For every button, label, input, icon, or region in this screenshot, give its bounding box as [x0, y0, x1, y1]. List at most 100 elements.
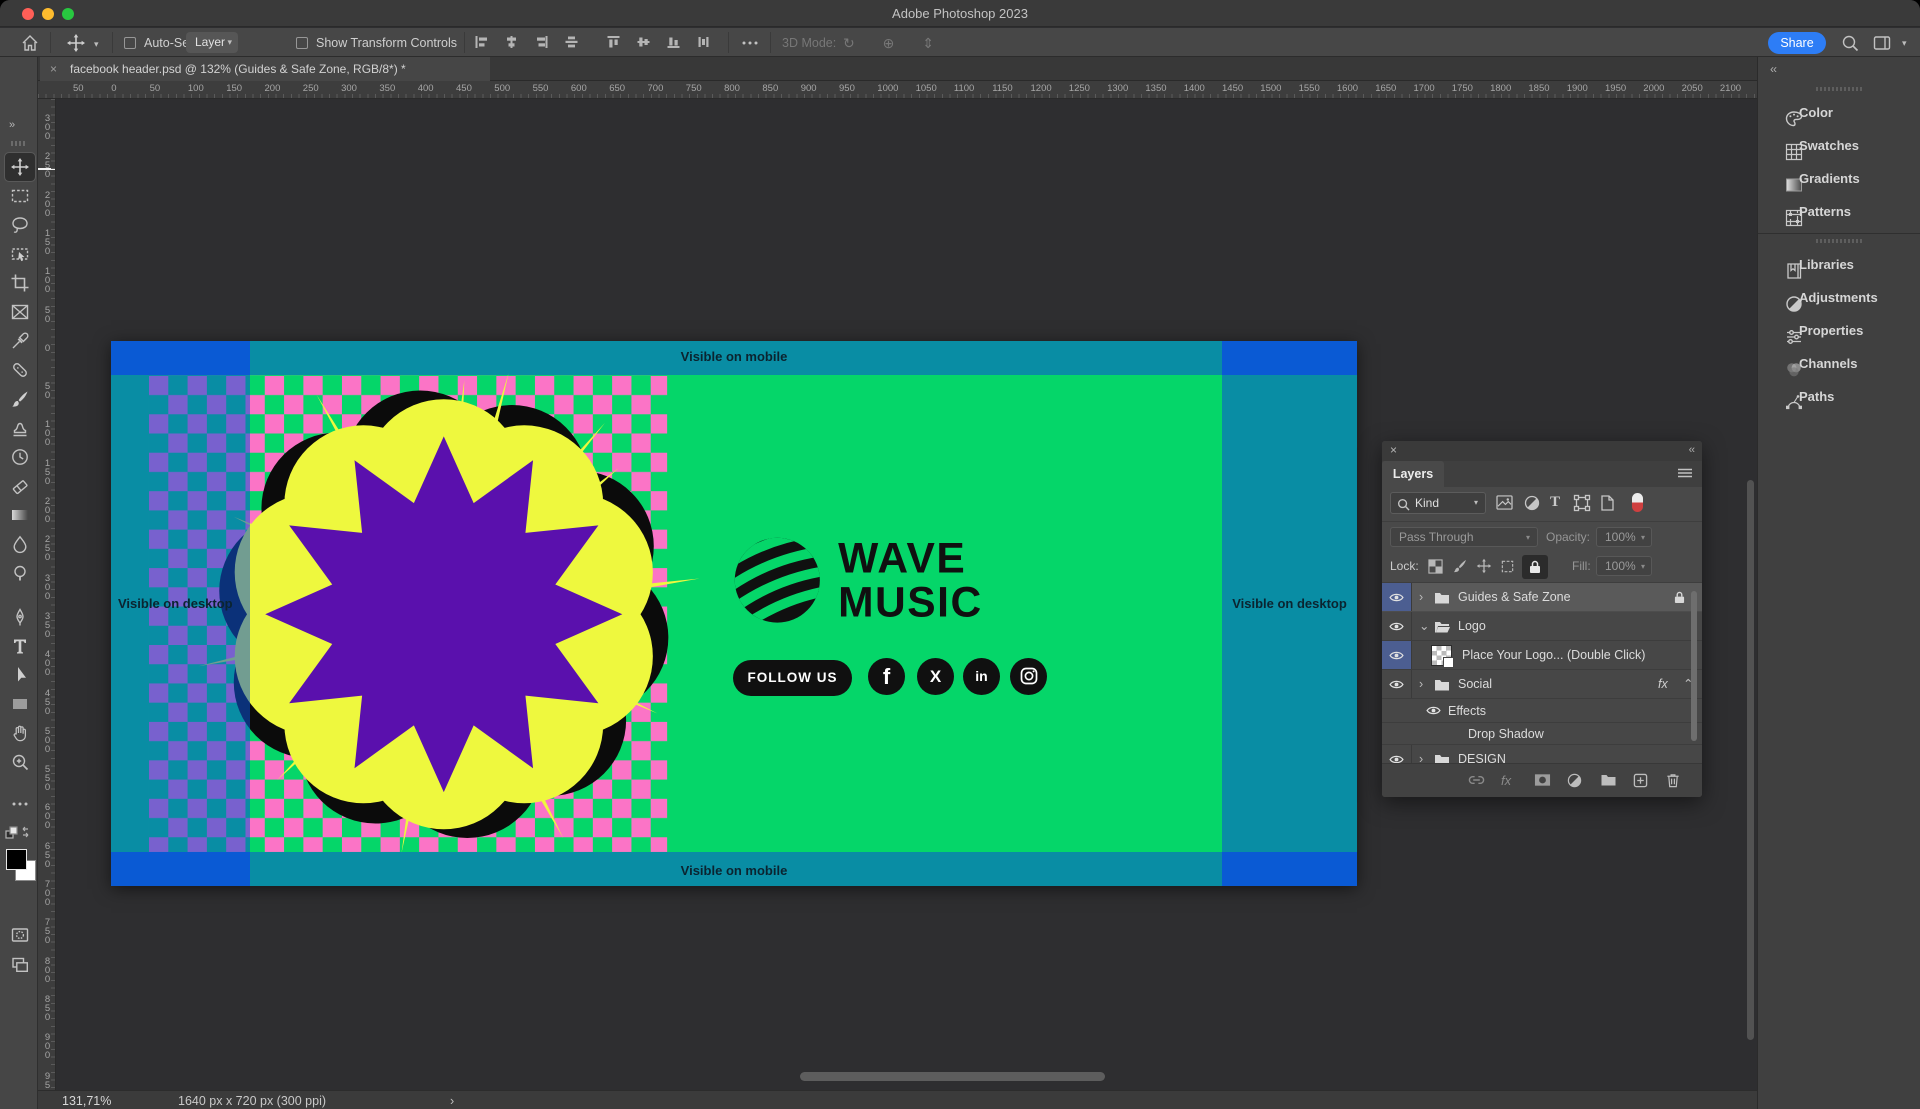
3d-mode-icons[interactable]: ↻ ⊕ ⇕: [843, 35, 946, 52]
dock-item-color[interactable]: Color: [1758, 97, 1920, 129]
swap-colors-icon[interactable]: [4, 825, 34, 841]
layer-visibility-cell[interactable]: [1382, 612, 1412, 640]
dock-item-libraries[interactable]: Libraries: [1758, 249, 1920, 281]
layer-row[interactable]: Drop Shadow: [1382, 723, 1702, 745]
status-chevron-icon[interactable]: ›: [450, 1094, 454, 1108]
crop-tool[interactable]: [10, 273, 30, 293]
foreground-color-swatch[interactable]: [6, 849, 27, 870]
healing-brush-tool[interactable]: [10, 360, 30, 380]
path-selection-tool[interactable]: [10, 665, 30, 685]
lock-position-icon[interactable]: [1476, 558, 1492, 577]
layer-visibility-cell[interactable]: [1382, 641, 1412, 669]
lock-pixels-icon[interactable]: [1452, 558, 1468, 577]
align-left-icon[interactable]: [474, 35, 489, 52]
align-middle-icon[interactable]: [636, 35, 651, 52]
layer-row[interactable]: Effects: [1382, 699, 1702, 723]
object-selection-tool[interactable]: [10, 244, 30, 264]
hand-tool[interactable]: [10, 723, 30, 743]
eye-icon[interactable]: [1389, 754, 1404, 763]
fx-badge[interactable]: fx: [1658, 678, 1668, 691]
dock-item-paths[interactable]: Paths: [1758, 381, 1920, 413]
type-tool[interactable]: [10, 636, 30, 656]
dock-grip[interactable]: [1816, 87, 1862, 91]
close-panel-icon[interactable]: ×: [1390, 443, 1397, 457]
clone-stamp-tool[interactable]: [10, 418, 30, 438]
dock-item-channels[interactable]: Channels: [1758, 348, 1920, 380]
delete-icon[interactable]: [1666, 773, 1680, 791]
blend-mode-dropdown[interactable]: Pass Through ▾: [1390, 527, 1538, 547]
toolbar-grip[interactable]: [11, 141, 27, 146]
brush-tool[interactable]: [10, 389, 30, 409]
chevron-right-icon[interactable]: ›: [1419, 753, 1423, 763]
expand-toolbar-icon[interactable]: »: [9, 119, 14, 131]
fill-field[interactable]: 100% ▾: [1596, 556, 1652, 576]
layer-row[interactable]: ⌄Logo: [1382, 612, 1702, 641]
workspace-chevron-icon[interactable]: ▾: [1902, 38, 1907, 49]
layer-row[interactable]: ›Guides & Safe Zone: [1382, 583, 1702, 612]
collapse-panel-icon[interactable]: ‹‹: [1689, 444, 1694, 456]
layer-visibility-cell[interactable]: [1382, 583, 1412, 611]
align-center-v-icon[interactable]: [564, 35, 579, 52]
close-tab-icon[interactable]: ×: [50, 57, 57, 81]
filter-image-icon[interactable]: [1496, 495, 1513, 513]
workspace-icon[interactable]: [1872, 33, 1892, 53]
filter-toggle[interactable]: [1632, 493, 1643, 512]
more-options-icon[interactable]: [740, 33, 760, 53]
quick-mask-icon[interactable]: [10, 925, 30, 945]
eye-icon[interactable]: [1389, 592, 1404, 606]
eye-icon[interactable]: [1389, 650, 1404, 664]
vertical-ruler[interactable]: 3002502001501005005010015020025030035040…: [38, 99, 56, 1090]
chevron-right-icon[interactable]: ›: [1419, 591, 1423, 604]
dock-item-patterns[interactable]: Patterns: [1758, 196, 1920, 228]
pen-tool[interactable]: [10, 607, 30, 627]
layer-row[interactable]: ›Socialfx⌃: [1382, 670, 1702, 699]
filter-type-icon[interactable]: T: [1550, 494, 1560, 511]
dock-grip[interactable]: [1816, 239, 1862, 243]
fx-icon[interactable]: fx: [1501, 773, 1511, 788]
link-icon[interactable]: [1468, 773, 1485, 790]
move-tool-icon[interactable]: [66, 33, 86, 53]
collapse-dock-icon[interactable]: ‹‹: [1770, 62, 1776, 76]
new-group-icon[interactable]: [1600, 773, 1617, 789]
filter-adjustment-icon[interactable]: [1524, 495, 1540, 514]
vertical-scrollbar[interactable]: [1747, 480, 1754, 1040]
filter-smart-object-icon[interactable]: [1600, 495, 1615, 514]
auto-select-target-dropdown[interactable]: Layer▾: [186, 32, 238, 53]
screen-mode-icon[interactable]: [10, 955, 30, 975]
dock-item-properties[interactable]: Properties: [1758, 315, 1920, 347]
tool-preset-chevron-icon[interactable]: ▾: [94, 39, 99, 50]
eye-icon[interactable]: [1426, 705, 1441, 719]
tab-layers[interactable]: Layers: [1382, 461, 1444, 487]
document-canvas[interactable]: WAVE MUSIC Visible on mobile Visible on …: [111, 341, 1357, 886]
share-button[interactable]: Share: [1768, 32, 1826, 54]
dock-item-adjustments[interactable]: Adjustments: [1758, 282, 1920, 314]
dock-item-swatches[interactable]: Swatches: [1758, 130, 1920, 162]
align-bottom-icon[interactable]: [666, 35, 681, 52]
frame-tool[interactable]: [10, 302, 30, 322]
chevron-right-icon[interactable]: ›: [1419, 678, 1423, 691]
dodge-tool[interactable]: [10, 563, 30, 583]
layer-row[interactable]: ›DESIGN: [1382, 745, 1702, 763]
new-layer-icon[interactable]: [1633, 773, 1648, 791]
horizontal-scrollbar[interactable]: [800, 1072, 1105, 1081]
eraser-tool[interactable]: [10, 476, 30, 496]
align-right-icon[interactable]: [534, 35, 549, 52]
lock-artboard-icon[interactable]: [1500, 559, 1515, 577]
lasso-tool[interactable]: [10, 215, 30, 235]
align-center-h-icon[interactable]: [504, 35, 519, 52]
panel-menu-icon[interactable]: [1677, 466, 1693, 483]
align-top-icon[interactable]: [606, 35, 621, 52]
layer-thumbnail[interactable]: [1432, 646, 1451, 665]
opacity-field[interactable]: 100% ▾: [1596, 527, 1652, 547]
lock-transparency-icon[interactable]: [1428, 559, 1443, 577]
adjustment-icon[interactable]: [1567, 773, 1582, 791]
marquee-tool[interactable]: [10, 186, 30, 206]
horizontal-ruler[interactable]: 5005010015020025030035040045050055060065…: [38, 81, 1920, 99]
eye-icon[interactable]: [1389, 621, 1404, 635]
chevron-down-icon[interactable]: ⌄: [1419, 620, 1429, 633]
zoom-tool[interactable]: [10, 752, 30, 772]
move-tool[interactable]: [5, 153, 35, 181]
more-tools[interactable]: [10, 794, 30, 814]
show-transform-checkbox[interactable]: [296, 37, 308, 49]
layer-visibility-cell[interactable]: [1382, 670, 1412, 698]
